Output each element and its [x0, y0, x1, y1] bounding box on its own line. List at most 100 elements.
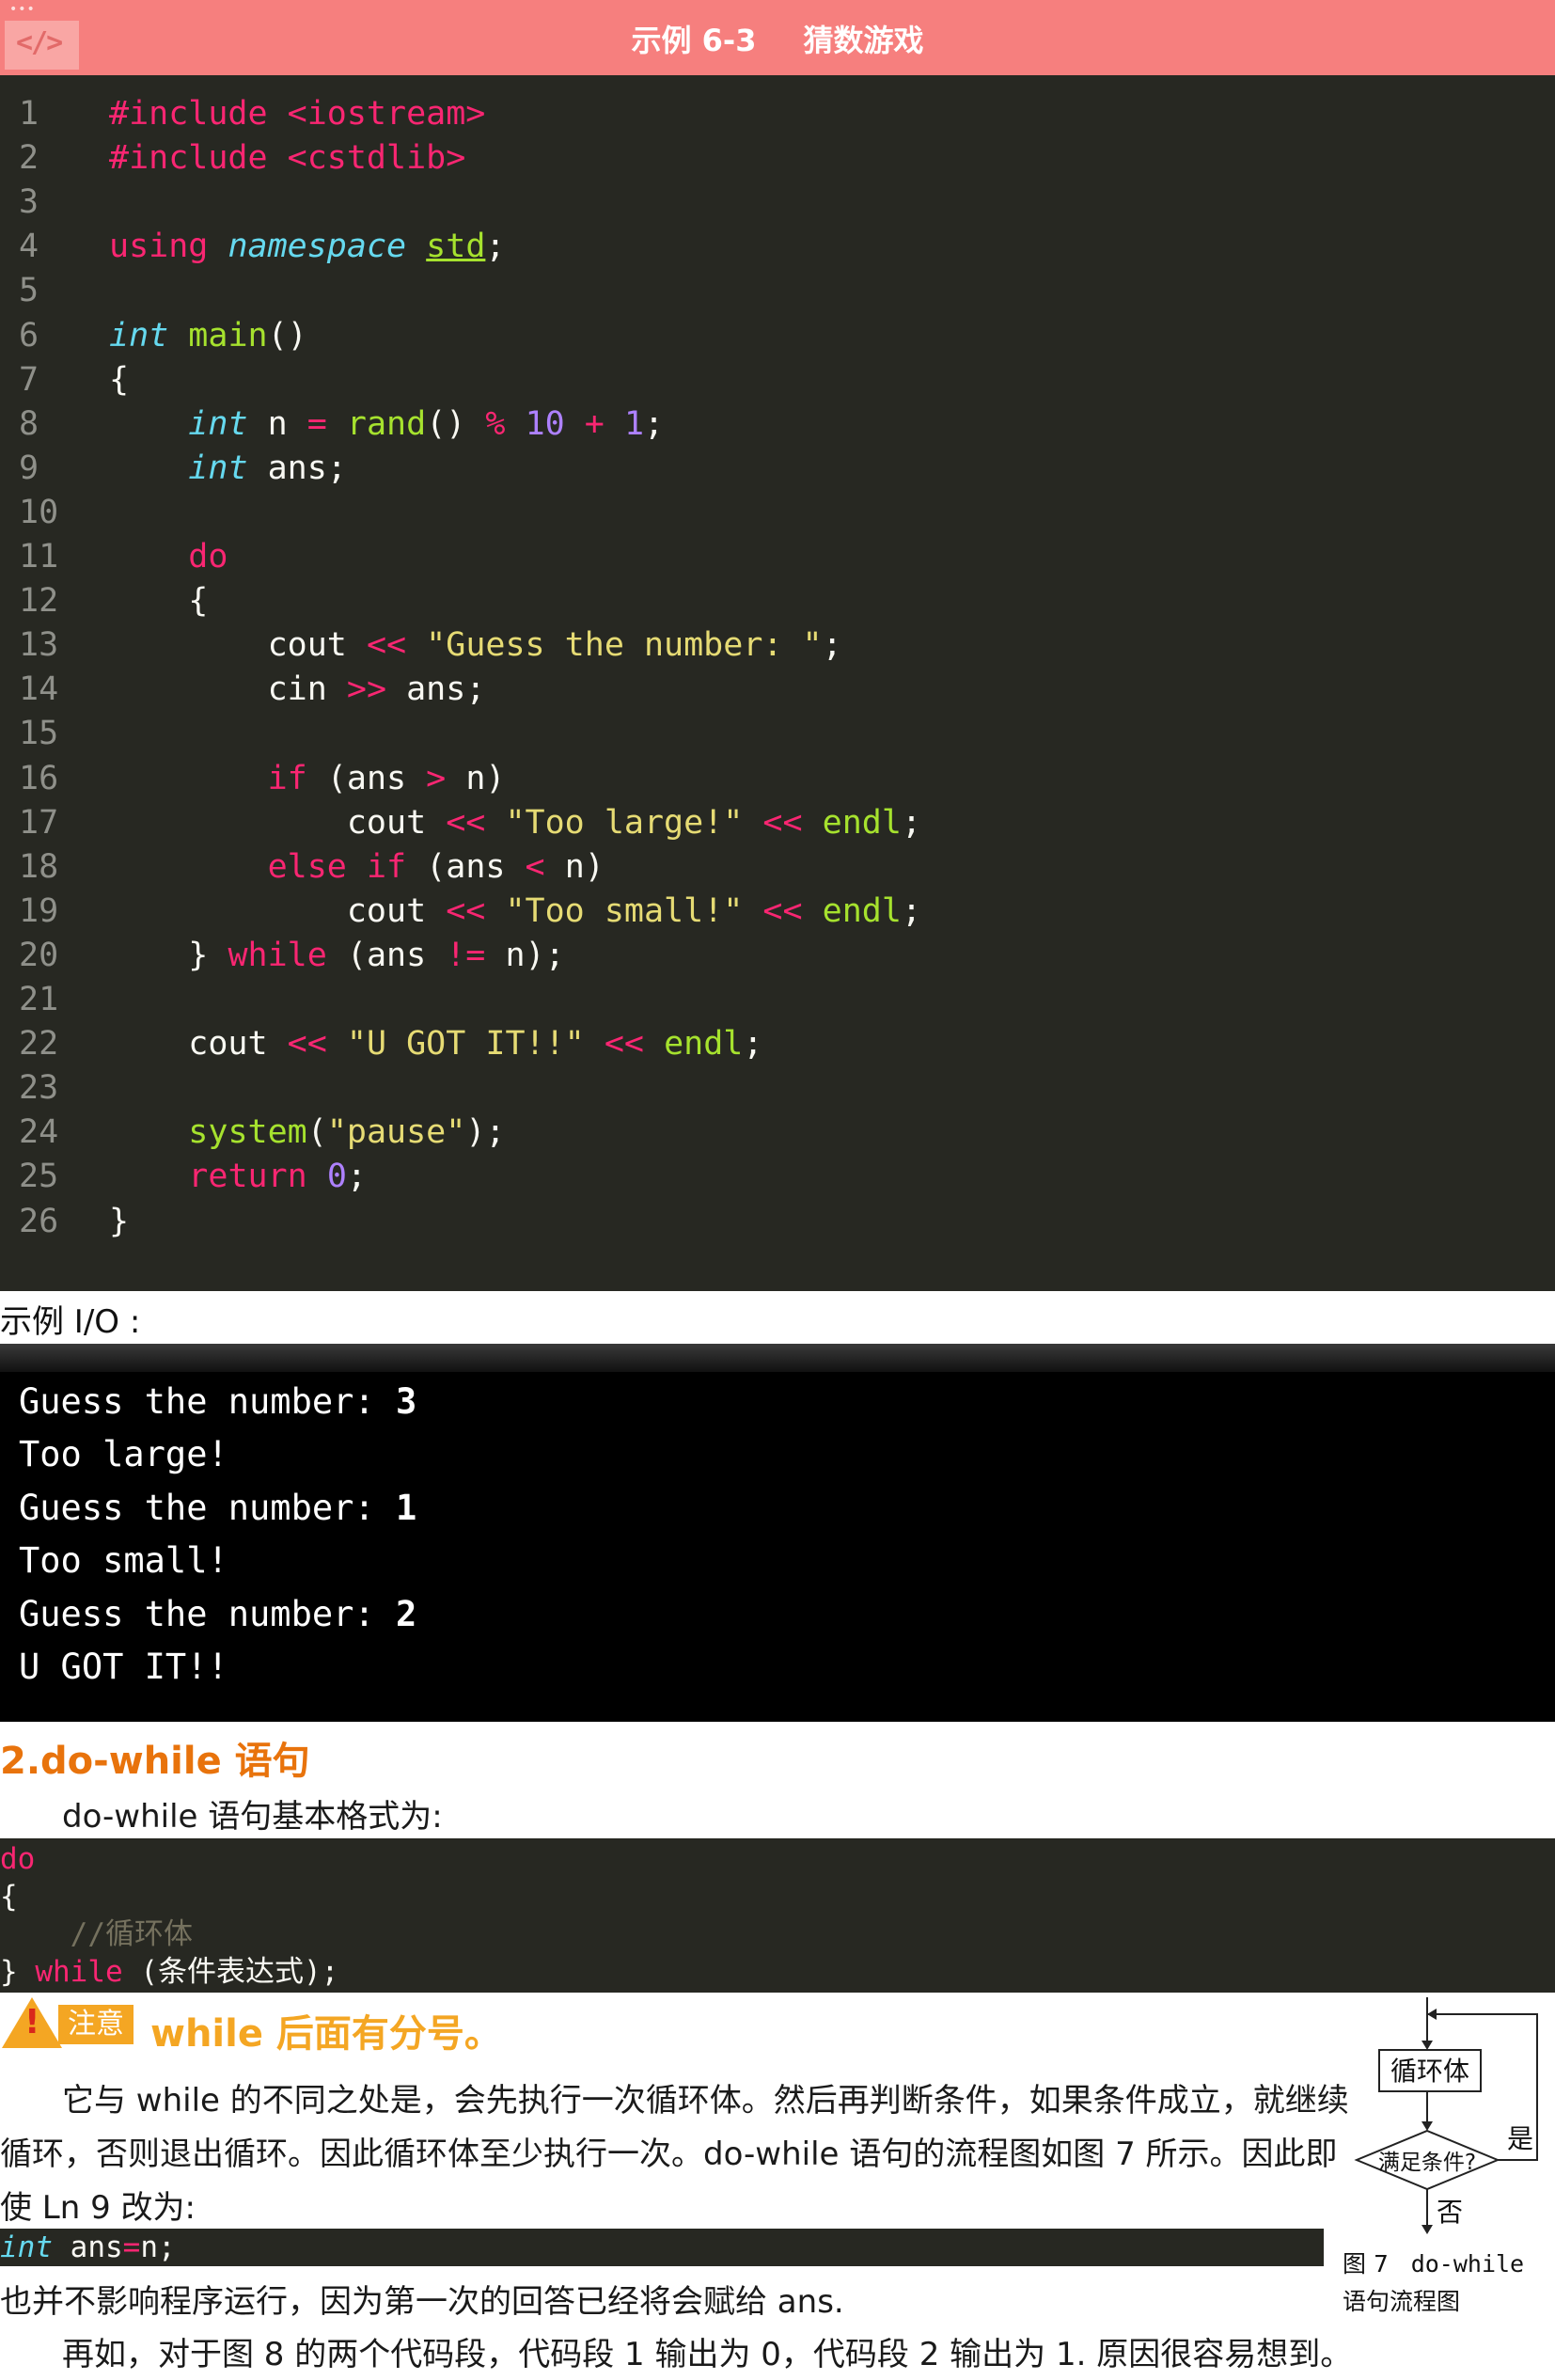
line-number: 8 — [19, 404, 39, 443]
line-number: 10 — [19, 493, 59, 531]
code-line: 4 using namespace std; — [0, 225, 505, 269]
line-number: 18 — [19, 847, 59, 886]
paragraph-line: 它与 while 的不同之处是，会先执行一次循环体。然后再判断条件，如果条件成立… — [62, 2082, 1349, 2120]
code-line: 26} — [0, 1200, 129, 1244]
code-line: 20 } while (ans != n); — [0, 934, 565, 978]
code-text: { — [109, 360, 130, 399]
user-input: 1 — [395, 1487, 417, 1528]
code-text: cout << "U GOT IT!!" << endl; — [109, 1025, 763, 1064]
code-text: else if (ans < n) — [267, 847, 605, 886]
code-text: } — [109, 1202, 130, 1240]
code-text: using namespace std; — [109, 228, 506, 266]
line-number: 14 — [19, 670, 59, 709]
code-line: 25 return 0; — [0, 1155, 367, 1199]
line-number: 24 — [19, 1113, 59, 1152]
note-text: while 后面有分号。 — [150, 2012, 502, 2056]
terminal-titlebar — [0, 1344, 1555, 1372]
line-number: 12 — [19, 582, 59, 621]
code-text: cout << "Guess the number: "; — [109, 626, 842, 665]
line-number: 20 — [19, 936, 59, 974]
syntax-line: do — [0, 1842, 36, 1876]
code-line: 6 int main() — [0, 314, 307, 358]
line-number: 3 — [19, 183, 39, 222]
syntax-line: //循环体 — [0, 1917, 193, 1951]
line-number: 15 — [19, 715, 59, 753]
paragraph-line: 也并不影响程序运行，因为第一次的回答已经将会赋给 ans. — [0, 2283, 844, 2321]
code-line: 17 cout << "Too large!" << endl; — [0, 801, 921, 845]
flowchart-caption: 图 7 do-while 语句流程图 — [1343, 2246, 1555, 2321]
code-line: 8 int n = rand() % 10 + 1; — [0, 402, 664, 447]
line-number: 17 — [19, 803, 59, 842]
code-line: 12 { — [0, 579, 208, 623]
code-line: 9 int ans; — [0, 447, 347, 491]
syntax-code-block: do { //循环体 } while (条件表达式); — [0, 1838, 1555, 1993]
code-line: 18 else if (ans < n) — [0, 845, 605, 890]
code-line: 7{ — [0, 358, 129, 402]
paragraph-line: 循环，否则退出循环。因此循环体至少执行一次。do-while 语句的流程图如图 … — [0, 2136, 1338, 2173]
code-line: 3 — [0, 181, 109, 225]
window-dots: ••• — [9, 2, 36, 17]
code-line: 13 cout << "Guess the number: "; — [0, 623, 842, 668]
code-text: int ans; — [188, 449, 347, 487]
example-number: 示例 6-3 — [631, 23, 757, 58]
code-text: { — [109, 582, 209, 621]
flow-body-label: 循环体 — [1390, 2056, 1469, 2087]
code-line: 21 — [0, 978, 109, 1022]
flow-arrowhead — [1421, 2225, 1433, 2234]
code-line: 11 do — [0, 535, 228, 579]
code-text: #include <iostream> — [109, 95, 486, 133]
flow-condition-label: 满足条件? — [1378, 2151, 1476, 2175]
caption-figure: 图 7 — [1343, 2250, 1389, 2278]
user-input: 2 — [395, 1593, 417, 1634]
line-number: 13 — [19, 626, 59, 665]
inline-code-line: int ans=n; — [0, 2230, 176, 2264]
line-number: 23 — [19, 1069, 59, 1108]
terminal-line: Too small! — [19, 1540, 228, 1582]
line-number: 5 — [19, 272, 39, 310]
flow-yes-label: 是 — [1507, 2123, 1533, 2154]
code-editor: 1 #include <iostream> 2 #include <cstdlib> 3… — [0, 75, 1555, 1291]
note-tag: 注意 — [58, 2005, 134, 2044]
terminal-output: Guess the number: 3 Too large! Guess the n… — [0, 1372, 1555, 1722]
section-title: 2.do-while 语句 — [0, 1740, 310, 1783]
flow-arrowhead — [1421, 2041, 1433, 2050]
code-text: int n = rand() % 10 + 1; — [188, 404, 665, 443]
do-while-flowchart: 循环体 满足条件? 是 否 — [1340, 1997, 1555, 2242]
example-title: 示例 6-3 猜数游戏 — [0, 17, 1555, 60]
terminal-line: U GOT IT!! — [19, 1647, 228, 1687]
code-line: 23 — [0, 1066, 109, 1111]
line-number: 1 — [19, 95, 39, 133]
code-line: 2 #include <cstdlib> — [0, 136, 465, 181]
paragraph-line: 使 Ln 9 改为: — [0, 2189, 196, 2227]
io-label: 示例 I/O : — [0, 1303, 141, 1341]
syntax-line: } while (条件表达式); — [0, 1955, 339, 1989]
intro-paragraph: do-while 语句基本格式为: — [62, 1798, 443, 1836]
line-number: 22 — [19, 1025, 59, 1064]
example-name: 猜数游戏 — [803, 23, 924, 58]
line-number: 26 — [19, 1202, 59, 1240]
line-number: 11 — [19, 538, 59, 575]
flow-arrowhead — [1427, 2009, 1437, 2020]
syntax-line: { — [0, 1880, 18, 1914]
code-line: 24 system("pause"); — [0, 1111, 505, 1155]
line-number: 19 — [19, 891, 59, 930]
line-number: 7 — [19, 360, 39, 399]
caption-text: 语句流程图 — [1343, 2288, 1461, 2315]
code-line: 15 — [0, 712, 109, 756]
code-line: 5 — [0, 269, 109, 313]
flow-arrowhead — [1421, 2121, 1433, 2131]
code-text: if (ans > n) — [267, 759, 506, 797]
terminal-line: Guess the number: 3 — [19, 1381, 417, 1422]
line-number: 4 — [19, 228, 39, 266]
flowchart-svg: 循环体 满足条件? 是 否 — [1354, 1997, 1538, 2234]
line-number: 21 — [19, 981, 59, 1018]
code-text: int main() — [109, 316, 307, 355]
flow-no-label: 否 — [1437, 2197, 1463, 2228]
code-text: cout << "Too small!" << endl; — [109, 891, 922, 930]
code-text: return 0; — [188, 1158, 367, 1196]
exclamation-icon: ! — [24, 2003, 40, 2041]
code-text: cin >> ans; — [109, 670, 486, 709]
code-text: } while (ans != n); — [109, 936, 565, 974]
code-line: 14 cin >> ans; — [0, 668, 485, 712]
terminal-line: Guess the number: 2 — [19, 1593, 417, 1634]
